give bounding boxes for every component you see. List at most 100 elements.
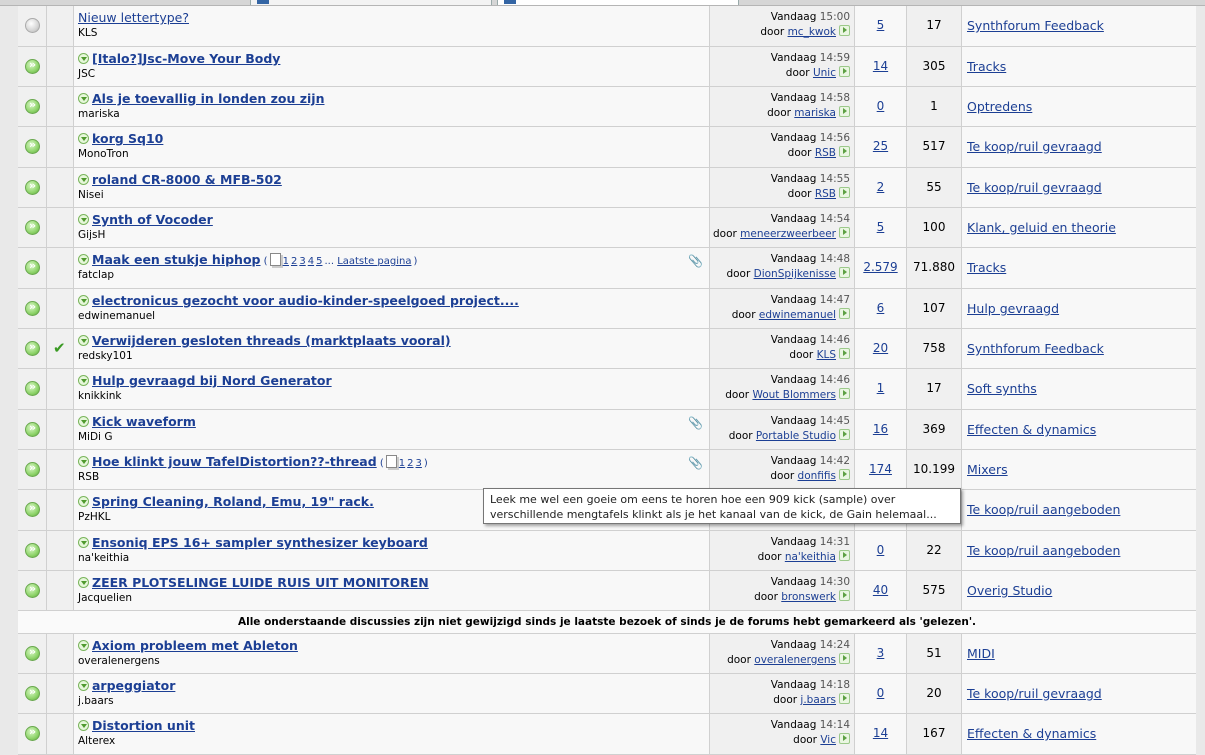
thread-author[interactable]: MonoTron [78,148,129,160]
go-to-first-unread-icon[interactable] [78,295,89,306]
forum-link[interactable]: Overig Studio [967,583,1052,598]
new-posts-icon[interactable] [25,501,40,517]
go-to-first-unread-icon[interactable] [78,680,89,691]
go-to-first-unread-icon[interactable] [78,53,89,64]
last-poster-link[interactable]: mariska [794,107,836,119]
last-poster-link[interactable]: meneerzweerbeer [740,228,836,240]
thread-title-link[interactable]: Verwijderen gesloten threads (marktplaat… [92,333,451,348]
last-poster-link[interactable]: overalenergens [754,654,836,666]
new-posts-icon[interactable] [25,58,40,74]
thread-author[interactable]: knikkink [78,390,121,402]
replies-link[interactable]: 174 [869,462,892,476]
replies-link[interactable]: 6 [877,301,885,315]
replies-link[interactable]: 20 [873,341,888,355]
thread-author[interactable]: Jacquelien [78,592,132,604]
page-link[interactable]: 4 [308,256,314,267]
go-to-last-post-icon[interactable] [839,348,850,359]
replies-link[interactable]: 16 [873,422,888,436]
thread-title-link[interactable]: Synth of Vocoder [92,212,213,227]
go-to-first-unread-icon[interactable] [78,537,89,548]
new-posts-icon[interactable] [25,582,40,598]
thread-title-link[interactable]: electronicus gezocht voor audio-kinder-s… [92,293,519,308]
replies-link[interactable]: 5 [877,18,885,32]
go-to-first-unread-icon[interactable] [78,456,89,467]
page-link[interactable]: 1 [399,458,405,469]
thread-author[interactable]: MiDi G [78,431,112,443]
new-posts-icon[interactable] [25,645,40,661]
thread-title-link[interactable]: Axiom probleem met Ableton [92,638,298,653]
thread-title-link[interactable]: Hulp gevraagd bij Nord Generator [92,373,332,388]
go-to-first-unread-icon[interactable] [78,335,89,346]
forum-link[interactable]: Tracks [967,59,1006,74]
thread-author[interactable]: j.baars [78,695,114,707]
thread-title-link[interactable]: [Italo?]Jsc-Move Your Body [92,51,280,66]
last-poster-link[interactable]: Portable Studio [756,430,836,442]
forum-link[interactable]: Te koop/ruil gevraagd [967,180,1102,195]
forum-link[interactable]: Tracks [967,260,1006,275]
thread-title-link[interactable]: Kick waveform [92,414,196,429]
thread-title-link[interactable]: Als je toevallig in londen zou zijn [92,91,324,106]
go-to-last-post-icon[interactable] [839,693,850,704]
forum-link[interactable]: MIDI [967,646,995,661]
replies-link[interactable]: 25 [873,139,888,153]
thread-author[interactable]: PzHKL [78,511,110,523]
go-to-first-unread-icon[interactable] [78,133,89,144]
go-to-first-unread-icon[interactable] [78,93,89,104]
forum-link[interactable]: Soft synths [967,381,1037,396]
go-to-last-post-icon[interactable] [839,187,850,198]
last-poster-link[interactable]: mc_kwok [788,26,836,38]
forum-link[interactable]: Te koop/ruil aangeboden [967,543,1120,558]
go-to-first-unread-icon[interactable] [78,577,89,588]
thread-author[interactable]: redsky101 [78,350,133,362]
go-to-first-unread-icon[interactable] [78,720,89,731]
last-poster-link[interactable]: edwinemanuel [759,309,836,321]
last-poster-link[interactable]: donfifis [798,470,836,482]
go-to-last-post-icon[interactable] [839,66,850,77]
page-link[interactable]: 3 [416,458,422,469]
forum-link[interactable]: Klank, geluid en theorie [967,220,1116,235]
replies-link[interactable]: 40 [873,583,888,597]
forum-link[interactable]: Mixers [967,462,1008,477]
go-to-last-post-icon[interactable] [839,388,850,399]
go-to-last-post-icon[interactable] [839,550,850,561]
forum-link[interactable]: Effecten & dynamics [967,422,1096,437]
replies-link[interactable]: 5 [877,220,885,234]
replies-link[interactable]: 2 [877,180,885,194]
thread-title-link[interactable]: korg Sq10 [92,131,163,146]
forum-link[interactable]: Synthforum Feedback [967,18,1104,33]
forum-link[interactable]: Te koop/ruil gevraagd [967,139,1102,154]
page-link[interactable]: 2 [407,458,413,469]
replies-link[interactable]: 14 [873,59,888,73]
thread-author[interactable]: RSB [78,471,99,483]
last-poster-link[interactable]: j.baars [800,694,836,706]
thread-author[interactable]: GijsH [78,229,105,241]
go-to-last-post-icon[interactable] [839,227,850,238]
last-poster-link[interactable]: KLS [817,349,836,361]
page-link[interactable]: 2 [291,256,297,267]
last-poster-link[interactable]: bronswerk [781,591,836,603]
go-to-first-unread-icon[interactable] [78,640,89,651]
forum-link[interactable]: Optredens [967,99,1032,114]
replies-link[interactable]: 14 [873,726,888,740]
thread-author[interactable]: Nisei [78,189,104,201]
thread-author[interactable]: fatclap [78,269,114,281]
last-page-link[interactable]: Laatste pagina [337,256,411,267]
go-to-first-unread-icon[interactable] [78,174,89,185]
new-posts-icon[interactable] [25,380,40,396]
thread-title-link[interactable]: roland CR-8000 & MFB-502 [92,172,282,187]
go-to-last-post-icon[interactable] [839,590,850,601]
new-posts-icon[interactable] [25,685,40,701]
last-poster-link[interactable]: Unic [813,67,836,79]
thread-title-link[interactable]: Ensoniq EPS 16+ sampler synthesizer keyb… [92,535,428,550]
thread-title-link[interactable]: Distortion unit [92,718,195,733]
thread-title-link[interactable]: Hoe klinkt jouw TafelDistortion??-thread [92,454,377,469]
thread-author[interactable]: KLS [78,27,97,39]
replies-link[interactable]: 1 [877,381,885,395]
new-posts-icon[interactable] [25,138,40,154]
go-to-last-post-icon[interactable] [839,653,850,664]
forum-link[interactable]: Te koop/ruil aangeboden [967,502,1120,517]
last-poster-link[interactable]: RSB [815,188,836,200]
new-posts-icon[interactable] [25,259,40,275]
thread-author[interactable]: na'keithia [78,552,129,564]
new-posts-icon[interactable] [25,340,40,356]
